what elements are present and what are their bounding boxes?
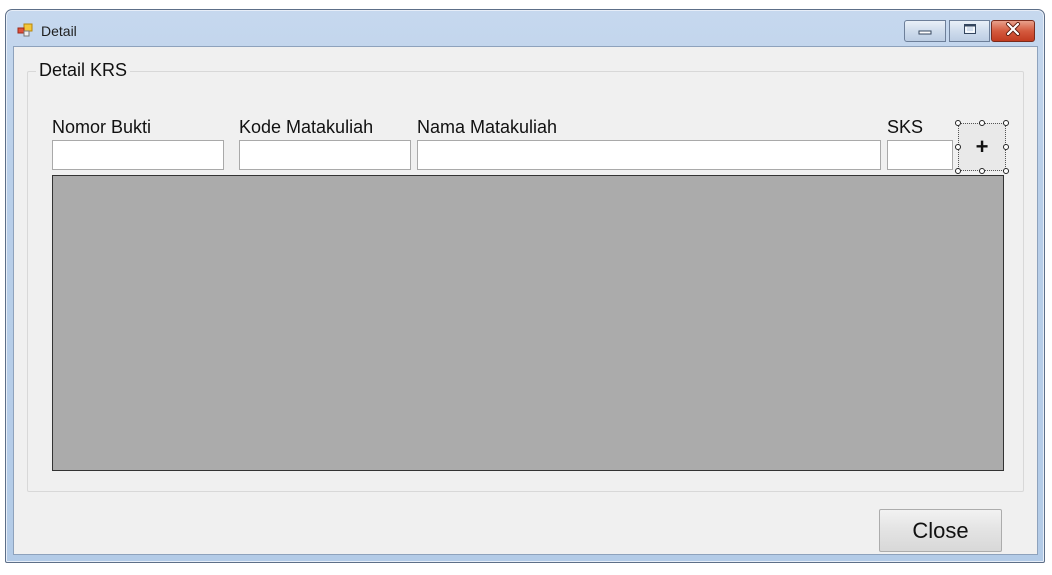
window-close-button[interactable] <box>991 20 1035 42</box>
form-client-area: Detail KRS Nomor Bukti Kode Matakuliah N… <box>13 46 1038 555</box>
selection-handle[interactable] <box>955 144 961 150</box>
nama-matakuliah-input[interactable] <box>417 140 881 170</box>
kode-matakuliah-label: Kode Matakuliah <box>239 117 374 137</box>
add-button[interactable]: + <box>958 123 1006 171</box>
nama-matakuliah-label: Nama Matakuliah <box>417 117 558 137</box>
selection-handle[interactable] <box>979 120 985 126</box>
selection-handle[interactable] <box>979 168 985 174</box>
nomor-bukti-input[interactable] <box>52 140 224 170</box>
selection-handle[interactable] <box>955 168 961 174</box>
window-title: Detail <box>41 23 77 39</box>
detail-data-grid[interactable] <box>52 175 1004 471</box>
kode-matakuliah-input[interactable] <box>239 140 411 170</box>
selection-handle[interactable] <box>1003 144 1009 150</box>
minimize-icon <box>918 22 932 40</box>
close-button[interactable]: Close <box>879 509 1002 552</box>
selection-handle[interactable] <box>1003 120 1009 126</box>
close-icon <box>1005 21 1021 41</box>
groupbox-title: Detail KRS <box>36 60 131 81</box>
selection-handle[interactable] <box>955 120 961 126</box>
minimize-button[interactable] <box>904 20 946 42</box>
maximize-icon <box>963 22 977 40</box>
sks-input[interactable] <box>887 140 953 170</box>
maximize-button[interactable] <box>949 20 990 42</box>
add-button-label: + <box>975 134 989 159</box>
windows-form-icon <box>17 23 33 37</box>
detail-krs-groupbox: Detail KRS Nomor Bukti Kode Matakuliah N… <box>27 60 1024 492</box>
selection-handle[interactable] <box>1003 168 1009 174</box>
title-bar[interactable]: Detail <box>6 10 1044 46</box>
form-window: Detail Detail KRS Nomor Bukti Kode Matak… <box>5 9 1045 563</box>
sks-label: SKS <box>887 117 924 137</box>
nomor-bukti-label: Nomor Bukti <box>52 117 152 137</box>
